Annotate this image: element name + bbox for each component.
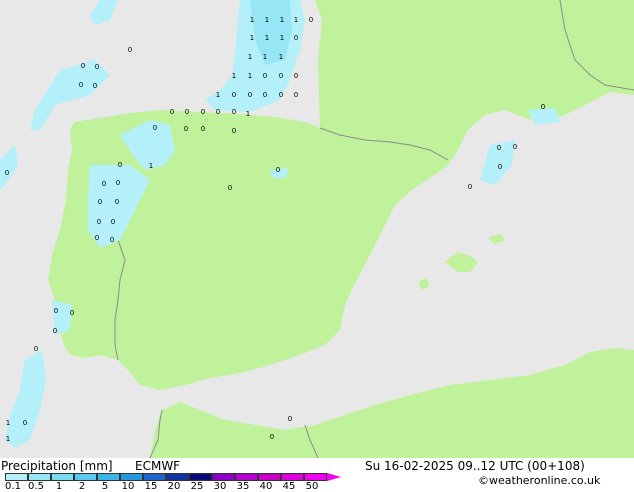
station-value-label: 1 (279, 53, 283, 61)
station-value-label: 0 (276, 166, 280, 174)
station-value-label: 1 (248, 53, 252, 61)
legend-tick-label: 25 (190, 481, 204, 492)
station-value-label: 0 (153, 124, 157, 132)
station-value-label: 0 (288, 415, 292, 423)
station-value-label: 0 (263, 91, 267, 99)
product-label: Precipitation [mm] (1, 459, 113, 473)
station-value-label: 0 (116, 179, 120, 187)
station-value-label: 1 (246, 110, 250, 118)
station-value-label: 0 (170, 108, 174, 116)
credit-label: ©weatheronline.co.uk (478, 474, 601, 487)
legend-cell (281, 473, 304, 481)
station-value-label: 1 (6, 435, 10, 443)
legend-cell (166, 473, 189, 481)
station-value-label: 0 (97, 218, 101, 226)
station-value-label: 1 (232, 72, 236, 80)
station-value-label: 0 (498, 163, 502, 171)
station-value-label: 0 (541, 103, 545, 111)
station-value-label: 0 (248, 91, 252, 99)
legend-tick-label: 15 (144, 481, 158, 492)
legend-cell (74, 473, 97, 481)
station-value-label: 0 (232, 91, 236, 99)
legend-cell (5, 473, 28, 481)
station-value-label: 0 (95, 234, 99, 242)
station-value-label: 0 (70, 309, 74, 317)
station-value-label: 1 (248, 72, 252, 80)
legend-tick-label: 50 (305, 481, 319, 492)
legend-cell (212, 473, 235, 481)
legend-tick-label: 5 (101, 481, 109, 492)
legend-cell (28, 473, 51, 481)
legend-arrow-tip (327, 473, 341, 481)
precipitation-map: 1 1 1 1 0 1 1 1 0 1 1 1 1 1 0 0 0 1 0 0 0 0 0 0 0 0 0 0 1 0 0 0 0 0 1 0 0 0 0 0… (0, 0, 634, 458)
station-value-label: 0 (102, 180, 106, 188)
station-value-label: 0 (185, 108, 189, 116)
legend-tick-label: 10 (121, 481, 135, 492)
station-value-label: 1 (216, 91, 220, 99)
legend-cell (120, 473, 143, 481)
station-value-label: 0 (95, 63, 99, 71)
station-value-label: 0 (201, 108, 205, 116)
station-value-label: 1 (280, 34, 284, 42)
station-value-label: 1 (265, 16, 269, 24)
legend-tick-label: 0.1 (5, 481, 21, 492)
station-value-label: 0 (54, 307, 58, 315)
station-value-label: 0 (79, 81, 83, 89)
station-value-label: 0 (93, 82, 97, 90)
valid-time-label: Su 16-02-2025 09..12 UTC (00+108) (365, 459, 585, 473)
station-value-label: 0 (294, 34, 298, 42)
station-value-label: 1 (263, 53, 267, 61)
legend-tick-label: 45 (282, 481, 296, 492)
station-value-label: 0 (98, 198, 102, 206)
station-value-label: 0 (23, 419, 27, 427)
legend-tick-label: 20 (167, 481, 181, 492)
station-value-label: 0 (5, 169, 9, 177)
station-value-label: 1 (149, 162, 153, 170)
legend-cell (51, 473, 74, 481)
legend-tick-label: 2 (78, 481, 86, 492)
station-value-label: 1 (265, 34, 269, 42)
legend-cell (189, 473, 212, 481)
station-value-label: 0 (232, 127, 236, 135)
station-value-label: 0 (309, 16, 313, 24)
station-value-label: 0 (279, 91, 283, 99)
station-value-label: 0 (279, 72, 283, 80)
station-value-label: 0 (34, 345, 38, 353)
station-value-label: 0 (294, 91, 298, 99)
station-value-label: 0 (216, 108, 220, 116)
station-value-label: 0 (513, 143, 517, 151)
station-value-label: 1 (6, 419, 10, 427)
station-value-label: 0 (294, 72, 298, 80)
legend-tick-label: 40 (259, 481, 273, 492)
station-value-label: 0 (263, 72, 267, 80)
station-value-label: 0 (111, 218, 115, 226)
station-value-label: 0 (81, 62, 85, 70)
legend-cell (143, 473, 166, 481)
model-label: ECMWF (135, 459, 181, 473)
legend-tick-label: 30 (213, 481, 227, 492)
legend-cell (258, 473, 281, 481)
legend-cell (235, 473, 258, 481)
station-value-label: 0 (128, 46, 132, 54)
station-value-label: 0 (201, 125, 205, 133)
station-value-label: 0 (53, 327, 57, 335)
station-value-label: 0 (110, 236, 114, 244)
station-value-label: 1 (280, 16, 284, 24)
legend-tick-label: 0.5 (28, 481, 44, 492)
station-value-label: 0 (118, 161, 122, 169)
station-value-label: 0 (184, 125, 188, 133)
legend-cell (97, 473, 120, 481)
station-value-label: 0 (497, 144, 501, 152)
legend-cell (304, 473, 327, 481)
station-value-label: 1 (294, 16, 298, 24)
station-value-label: 0 (232, 108, 236, 116)
station-value-label: 0 (115, 198, 119, 206)
station-value-label: 0 (228, 184, 232, 192)
station-value-label: 0 (270, 433, 274, 441)
station-value-label: 1 (250, 16, 254, 24)
station-value-label: 0 (468, 183, 472, 191)
legend-tick-label: 35 (236, 481, 250, 492)
station-value-label: 1 (250, 34, 254, 42)
legend-tick-label: 1 (55, 481, 63, 492)
